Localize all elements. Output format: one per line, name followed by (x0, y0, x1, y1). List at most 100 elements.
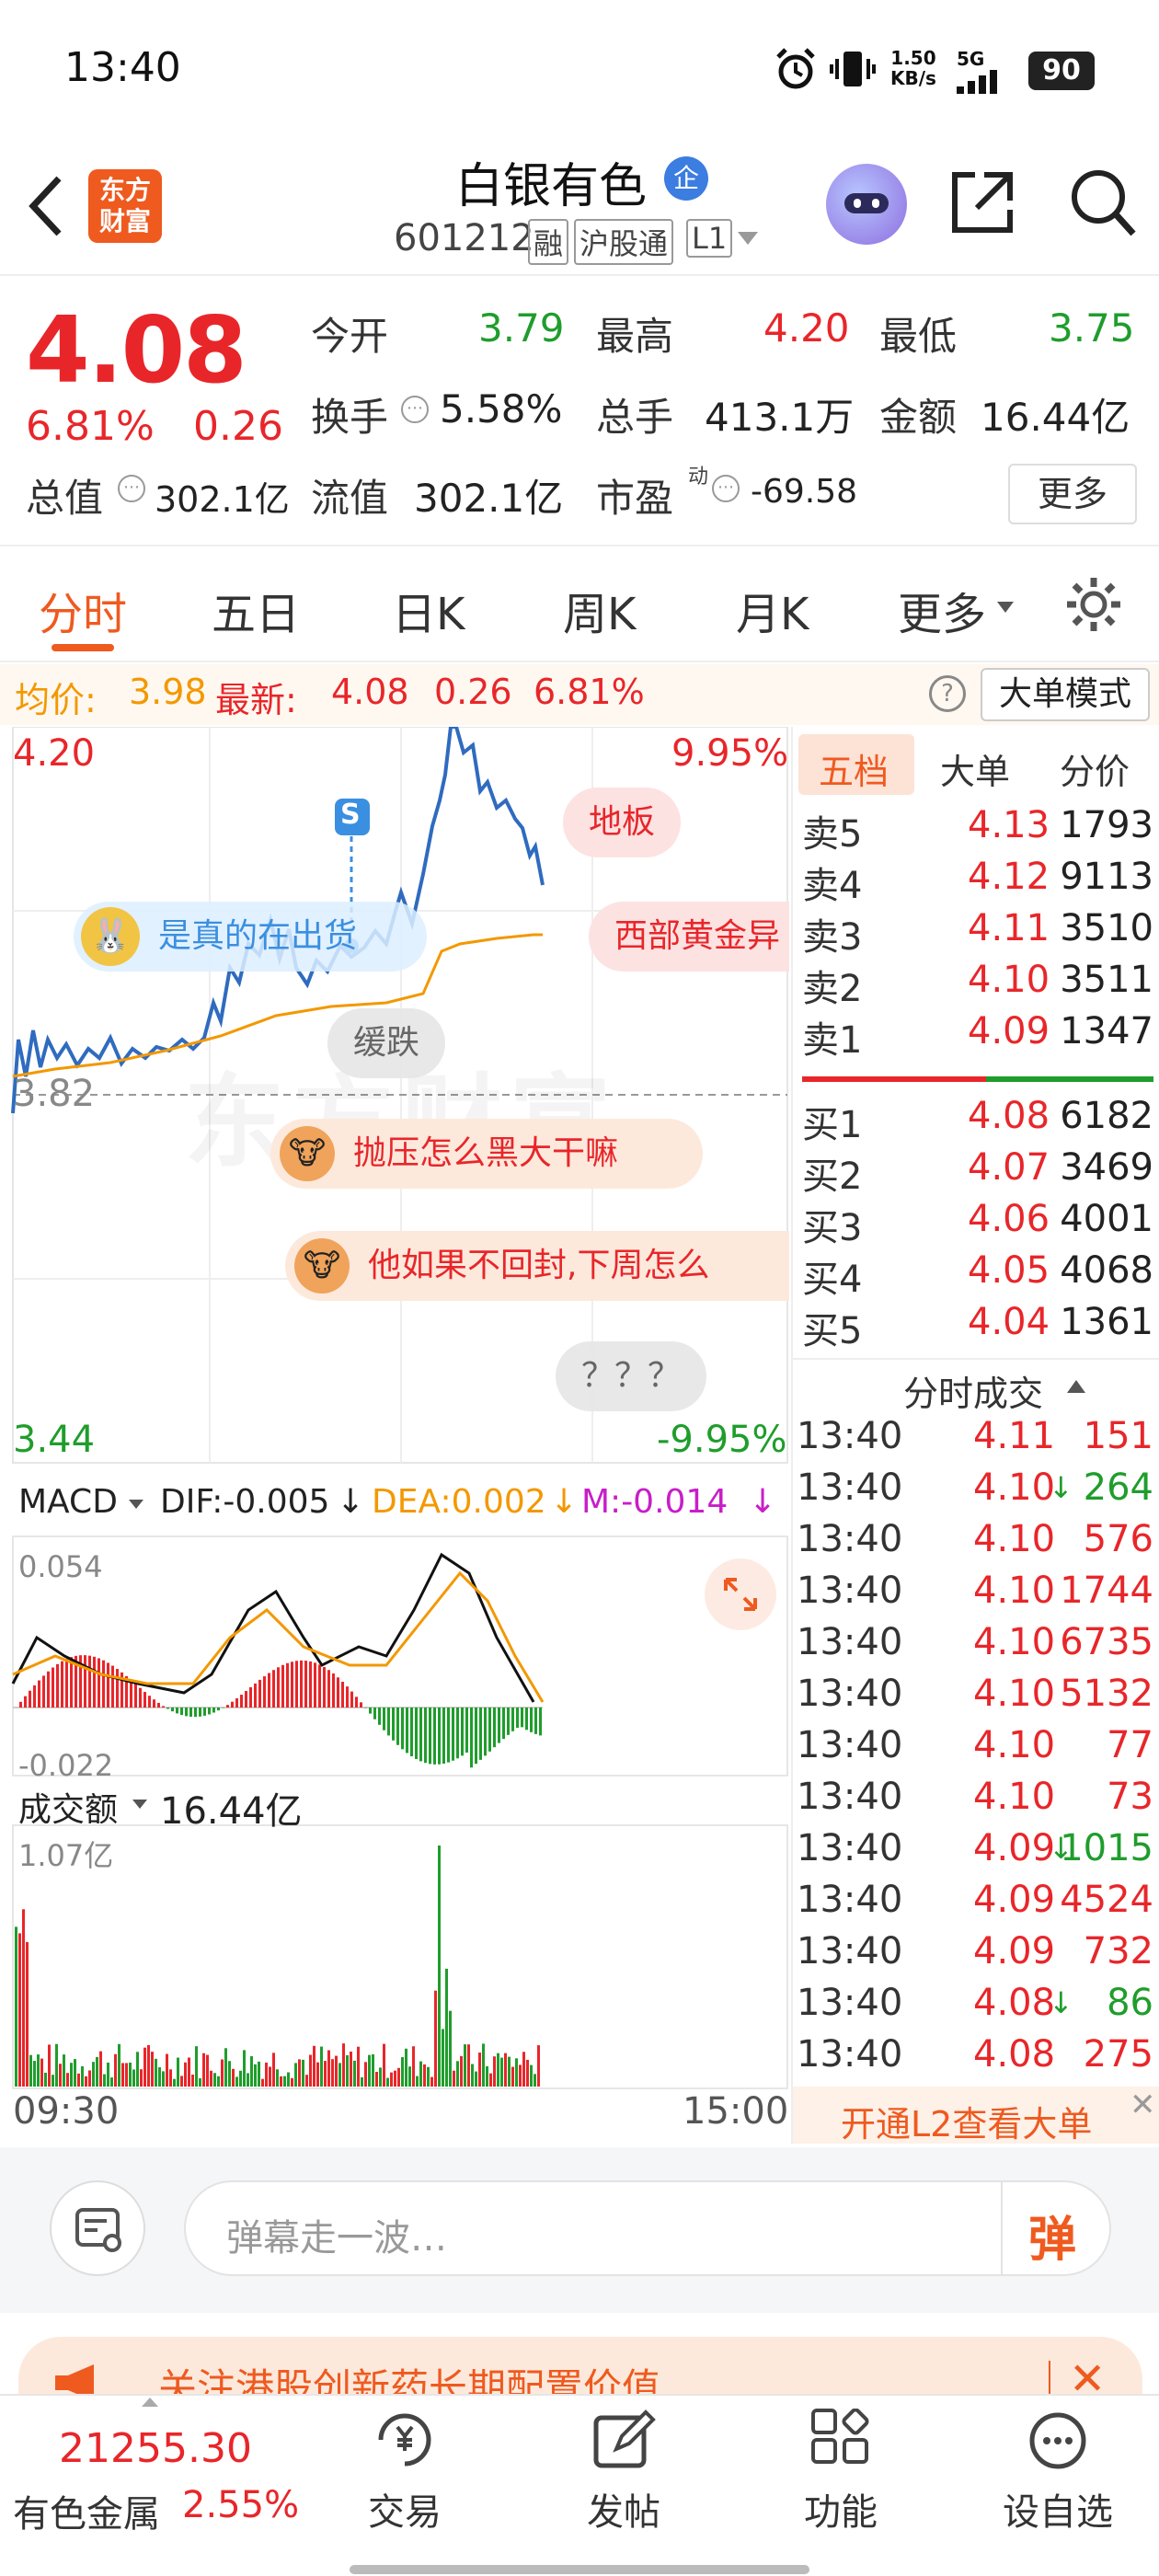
tab-weekly-k[interactable]: 周K (563, 578, 636, 642)
bid-row[interactable]: 买3 4.06 4001 (793, 1198, 1159, 1249)
gear-icon[interactable] (1063, 574, 1124, 635)
danmaku-bubble[interactable]: 🐮 他如果不回封,下周怎么 (285, 1231, 789, 1301)
close-icon[interactable]: ✕ (1130, 2087, 1156, 2123)
bid-row[interactable]: 买2 4.07 3469 (793, 1146, 1159, 1198)
tab-5day[interactable]: 五日 (212, 578, 300, 642)
volume-bar (489, 2073, 492, 2087)
more-quote-button[interactable]: 更多 (1008, 464, 1137, 524)
help-icon[interactable]: ? (929, 675, 966, 712)
macd-bar (300, 1660, 303, 1708)
macd-selector[interactable]: MACD (18, 1483, 118, 1521)
nav-trade[interactable]: 交易 (331, 2409, 478, 2536)
volume-bar (40, 2058, 43, 2087)
search-icon[interactable] (1067, 166, 1137, 239)
bid-row[interactable]: 买1 4.08 6182 (793, 1095, 1159, 1146)
tab-more[interactable]: 更多 (898, 578, 986, 642)
volume-bar (239, 2070, 242, 2087)
macd-bar (350, 1691, 353, 1708)
nav-function[interactable]: 功能 (767, 2408, 914, 2536)
back-icon[interactable] (26, 173, 66, 239)
macd-bar (475, 1708, 477, 1765)
ticks-title[interactable]: 分时成交 (903, 1365, 1043, 1416)
danmaku-bubble[interactable]: 🐰 是真的在出货 (74, 902, 427, 972)
volume-selector[interactable]: 成交额 (18, 1783, 118, 1831)
big-order-mode-button[interactable]: 大单模式 (981, 668, 1150, 721)
s-marker-icon[interactable]: S (340, 799, 361, 831)
macd-dea: DEA:0.002 (372, 1483, 546, 1521)
volume-bar (302, 2059, 304, 2087)
bid-label: 买5 (802, 1310, 863, 1352)
index-percent: 2.55% (182, 2484, 300, 2526)
ask-row[interactable]: 卖1 4.09 1347 (793, 1010, 1159, 1062)
tick-volume: 86 (1107, 1982, 1153, 2024)
ask-row[interactable]: 卖2 4.10 3511 (793, 959, 1159, 1010)
cow-avatar-icon: 🐮 (294, 1238, 350, 1294)
tab-big-order[interactable]: 大单 (940, 743, 1010, 794)
macd-bar (332, 1673, 335, 1708)
danmaku-bubble[interactable]: 🐮 抛压怎么黑大干嘛 (270, 1119, 703, 1189)
send-danmaku-button[interactable]: 弹 (1028, 2201, 1076, 2270)
index-name[interactable]: 有色金属 (13, 2484, 160, 2537)
tick-row: 13:40 4.10 73 (793, 1776, 1159, 1827)
volume-bar (419, 2061, 422, 2087)
volume-bar (408, 2066, 411, 2087)
assistant-avatar-icon[interactable] (826, 164, 907, 245)
tick-time: 13:40 (797, 1930, 903, 1972)
nav-function-label: 功能 (804, 2491, 878, 2534)
volume-bar (158, 2067, 161, 2087)
ask-row[interactable]: 卖3 4.11 3510 (793, 907, 1159, 959)
volume-bar (29, 2054, 32, 2087)
danmaku-input[interactable]: 弹幕走一波… 弹 (184, 2180, 1111, 2276)
info-icon[interactable]: ⋯ (712, 475, 740, 502)
tab-price-dist[interactable]: 分价 (1060, 743, 1130, 794)
volume-bar (55, 2043, 58, 2087)
volume-bar (453, 2070, 455, 2087)
tab-five-level[interactable]: 五档 (819, 743, 889, 794)
chevron-down-icon[interactable] (127, 1498, 145, 1511)
volume-bar (291, 2077, 293, 2087)
tab-monthly-k[interactable]: 月K (736, 578, 809, 642)
sort-up-icon[interactable] (1065, 1378, 1087, 1395)
volume-bar (467, 2044, 470, 2087)
macd-bar (470, 1708, 473, 1768)
bid-row[interactable]: 买4 4.05 4068 (793, 1249, 1159, 1301)
nav-post[interactable]: 发帖 (550, 2409, 697, 2536)
danmaku-bubble[interactable]: ？？？ (556, 1341, 707, 1411)
ask-row[interactable]: 卖5 4.13 1793 (793, 804, 1159, 856)
macd-bar (327, 1670, 330, 1708)
chevron-down-icon[interactable] (131, 1798, 149, 1811)
danmaku-bubble[interactable]: 缓跌 (327, 1008, 446, 1078)
tab-intraday[interactable]: 分时 (39, 578, 127, 642)
net-speed-value: 1.50 (890, 47, 936, 69)
index-value[interactable]: 21255.30 (59, 2425, 252, 2472)
ask-price: 4.09 (968, 1010, 1050, 1052)
expand-icon[interactable] (705, 1558, 776, 1630)
share-icon[interactable] (947, 167, 1017, 237)
app-logo[interactable]: 东方 财富 (88, 169, 162, 243)
ask-label: 卖3 (802, 916, 863, 959)
danmaku-input-placeholder: 弹幕走一波… (226, 2217, 447, 2260)
volume-bar (405, 2048, 407, 2087)
volume-bar (243, 2050, 246, 2087)
down-arrow-icon: ↓ (337, 1483, 365, 1521)
ask-row[interactable]: 卖4 4.12 9113 (793, 856, 1159, 907)
macd-bar (203, 1708, 206, 1716)
danmaku-bubble[interactable]: 地板 (563, 788, 682, 857)
macd-bar (245, 1691, 247, 1708)
comment-bar: 弹幕走一波… 弹 (0, 2147, 1159, 2313)
nav-add-watchlist[interactable]: 设自选 (984, 2409, 1131, 2536)
danmaku-settings-icon[interactable] (50, 2180, 145, 2276)
tab-daily-k[interactable]: 日K (392, 578, 465, 642)
macd-bar (38, 1680, 40, 1708)
info-icon[interactable]: ⋯ (401, 396, 429, 423)
l2-banner[interactable]: 开通L2查看大单 ✕ (793, 2087, 1159, 2145)
down-arrow-icon: ↓ (749, 1483, 777, 1521)
info-icon[interactable]: ⋯ (118, 475, 145, 502)
bid-row[interactable]: 买5 4.04 1361 (793, 1301, 1159, 1352)
dropdown-icon[interactable] (736, 230, 760, 247)
macd-bar (378, 1708, 381, 1725)
volume-bar (368, 2054, 371, 2087)
danmaku-bubble[interactable]: 西部黄金异 (589, 902, 789, 972)
open-label: 今开 (311, 314, 389, 359)
tick-time: 13:40 (797, 1776, 903, 1818)
